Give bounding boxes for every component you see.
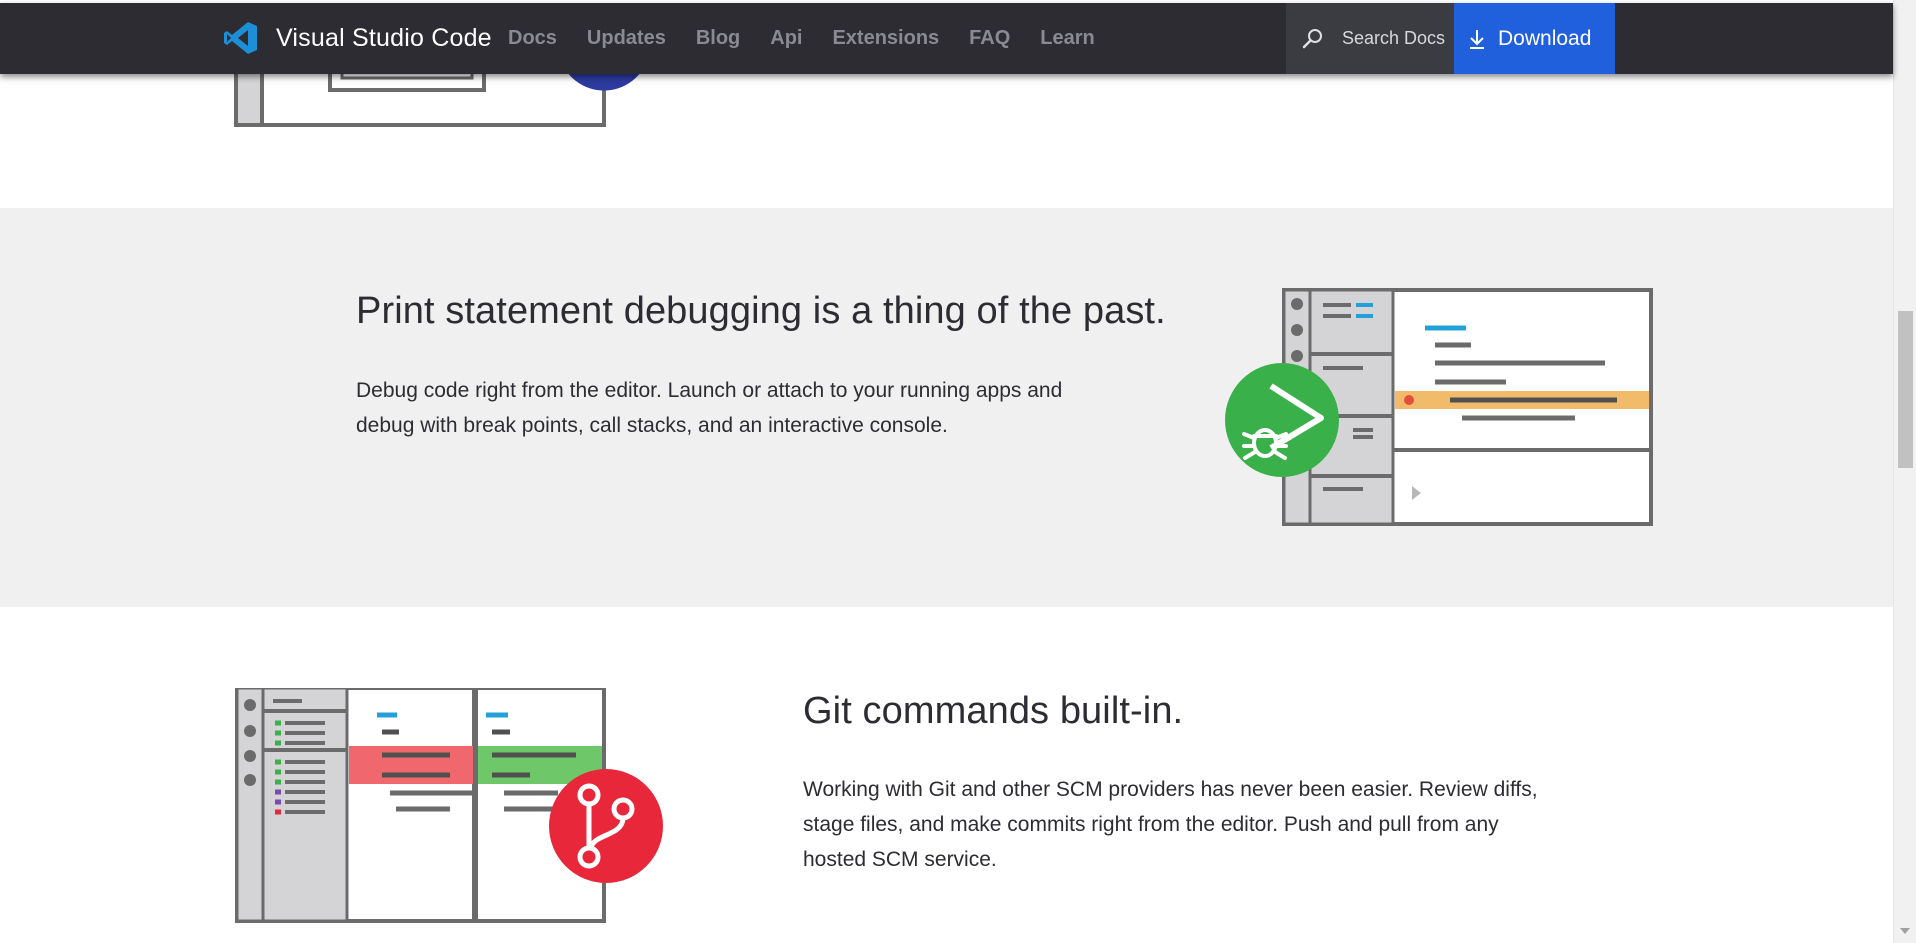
download-button[interactable]: Download xyxy=(1454,3,1615,74)
top-navigation-bar: Visual Studio Code Docs Updates Blog Api… xyxy=(0,3,1893,74)
debug-feature-section: Print statement debugging is a thing of … xyxy=(0,208,1893,607)
page-scrollbar[interactable] xyxy=(1893,0,1916,943)
git-feature-section: Git commands built-in. Working with Git … xyxy=(0,607,1893,943)
main-nav: Docs Updates Blog Api Extensions FAQ Lea… xyxy=(508,3,1125,74)
git-feature-title: Git commands built-in. xyxy=(803,690,1184,732)
debug-description-line-2: debug with break points, call stacks, an… xyxy=(356,414,948,437)
search-docs-input[interactable]: Search Docs xyxy=(1286,3,1454,74)
debug-feature-description: Debug code right from the editor. Launch… xyxy=(356,373,1156,443)
nav-item-docs[interactable]: Docs xyxy=(508,27,557,50)
download-label: Download xyxy=(1498,26,1592,50)
git-description-line-3: hosted SCM service. xyxy=(803,848,997,871)
git-feature-description: Working with Git and other SCM providers… xyxy=(803,772,1623,877)
debug-illustration xyxy=(1225,288,1653,526)
git-description-line-1: Working with Git and other SCM providers… xyxy=(803,778,1538,801)
vscode-logo-icon xyxy=(224,22,257,54)
nav-item-learn[interactable]: Learn xyxy=(1040,27,1094,50)
nav-item-api[interactable]: Api xyxy=(770,27,802,50)
git-illustration xyxy=(235,688,663,923)
nav-item-faq[interactable]: FAQ xyxy=(969,27,1010,50)
search-icon xyxy=(1302,28,1322,48)
download-icon xyxy=(1470,29,1484,49)
brand-name: Visual Studio Code xyxy=(276,23,492,52)
brand-home-link[interactable]: Visual Studio Code xyxy=(224,18,492,58)
nav-item-extensions[interactable]: Extensions xyxy=(832,27,939,50)
nav-item-updates[interactable]: Updates xyxy=(587,27,666,50)
search-docs-label: Search Docs xyxy=(1342,28,1446,48)
debug-feature-title: Print statement debugging is a thing of … xyxy=(356,290,1166,332)
debug-description-line-1: Debug code right from the editor. Launch… xyxy=(356,379,1063,402)
scroll-down-arrow-icon[interactable] xyxy=(1900,928,1910,934)
scrollbar-thumb[interactable] xyxy=(1898,311,1913,468)
git-description-line-2: stage files, and make commits right from… xyxy=(803,813,1499,836)
git-branch-icon xyxy=(549,769,663,883)
nav-item-blog[interactable]: Blog xyxy=(696,27,740,50)
